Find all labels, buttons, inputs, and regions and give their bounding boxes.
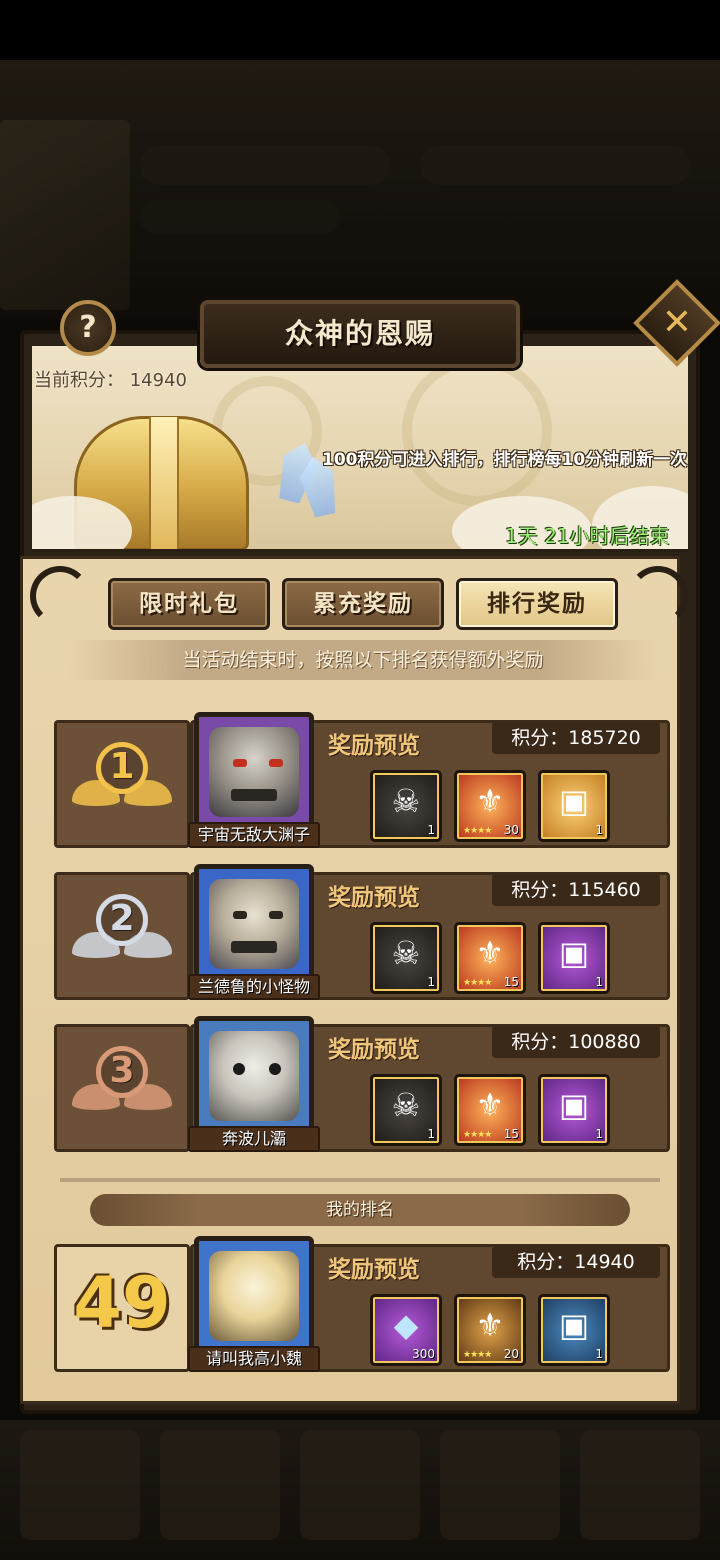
score-badge: 积分：14940: [492, 1246, 660, 1278]
equipment-icon: ⚜: [475, 934, 505, 972]
reward-tip: 当活动结束时，按照以下排名获得额外奖励: [68, 640, 658, 680]
help-button[interactable]: ?: [60, 300, 116, 356]
rank-row-1: 1 宇宙无敌大渊子 奖励预览 积分：185720 ☠ 1 ⚜ ★★★★ 30 ▣ 1: [44, 712, 670, 852]
player-name: 兰德鲁的小怪物: [188, 974, 320, 1000]
reward-preview-label: 奖励预览: [328, 885, 420, 911]
player-name: 请叫我高小魏: [188, 1346, 320, 1372]
reward-item[interactable]: ☠ 1: [370, 1074, 442, 1146]
nav-tab-2[interactable]: [160, 1430, 280, 1540]
rank-row-2: 2 兰德鲁的小怪物 奖励预览 积分：115460 ☠ 1 ⚜ ★★★★ 15 ▣ 1: [44, 864, 670, 1004]
equipment-icon: ⚜: [475, 782, 505, 820]
status-bar: [0, 0, 720, 60]
equipment-icon: ⚜: [475, 1086, 505, 1124]
current-score: 当前积分： 14940: [34, 370, 187, 391]
reward-item[interactable]: ☠ 1: [370, 922, 442, 994]
bronze-medal-icon: 3: [72, 1046, 172, 1122]
nav-tab-4[interactable]: [440, 1430, 560, 1540]
score-badge: 积分：100880: [492, 1026, 660, 1058]
corner-ornament: [30, 566, 90, 626]
tab-recharge-reward[interactable]: 累充奖励: [282, 578, 444, 630]
score-badge: 积分：185720: [492, 722, 660, 754]
avatar[interactable]: [194, 1236, 314, 1360]
bottom-nav: [0, 1420, 720, 1560]
background-hud: [0, 60, 720, 320]
my-rank-number: 49: [73, 1262, 171, 1344]
avatar[interactable]: [194, 864, 314, 988]
my-rank-row: 49 请叫我高小魏 奖励预览 积分：14940 ◆ 300 ⚜ ★★★★ 20 ▣ 1: [44, 1236, 670, 1376]
reward-preview-label: 奖励预览: [328, 1257, 420, 1283]
reward-item[interactable]: ☠ 1: [370, 770, 442, 842]
hero-shard-icon: ☠: [391, 782, 421, 820]
reward-preview-label: 奖励预览: [328, 733, 420, 759]
list-divider: [60, 1178, 660, 1182]
tab-limited-gift[interactable]: 限时礼包: [108, 578, 270, 630]
player-name: 奔波儿灞: [188, 1126, 320, 1152]
reward-item[interactable]: ⚜ ★★★★ 30: [454, 770, 526, 842]
player-name: 宇宙无敌大渊子: [188, 822, 320, 848]
my-rank-header: 我的排名: [90, 1194, 630, 1226]
close-icon: ✕: [661, 302, 693, 343]
player-portrait-bg: [0, 120, 130, 310]
screen: 当前积分： 14940 100积分可进入排行，排行榜每10分钟刷新一次 1天 2…: [0, 0, 720, 1560]
avatar[interactable]: [194, 1016, 314, 1140]
nav-tab-5[interactable]: [580, 1430, 700, 1540]
chest-icon: ▣: [558, 782, 590, 820]
nav-tab-3[interactable]: [300, 1430, 420, 1540]
reward-item[interactable]: ⚜ ★★★★ 20: [454, 1294, 526, 1366]
nav-tab-1[interactable]: [20, 1430, 140, 1540]
reward-item[interactable]: ▣ 1: [538, 1074, 610, 1146]
page-title: 众神的恩赐: [284, 317, 435, 350]
currency-bar-gem: [420, 145, 690, 185]
title-plate: 众神的恩赐: [200, 300, 520, 368]
reward-item[interactable]: ⚜ ★★★★ 15: [454, 922, 526, 994]
currency-bar-gold: [140, 145, 390, 185]
chest-icon: ▣: [558, 1086, 590, 1124]
corner-ornament: [628, 566, 688, 626]
reward-preview-label: 奖励预览: [328, 1037, 420, 1063]
chest-icon: ▣: [558, 934, 590, 972]
reward-item[interactable]: ◆ 300: [370, 1294, 442, 1366]
chest-icon: ▣: [558, 1306, 590, 1344]
event-countdown: 1天 21小时后结束: [505, 524, 670, 548]
reward-item[interactable]: ▣ 1: [538, 1294, 610, 1366]
tab-ranking-reward[interactable]: 排行奖励: [456, 578, 618, 630]
gold-medal-icon: 1: [72, 742, 172, 818]
arch-decoration: [402, 356, 552, 506]
rank-row-3: 3 奔波儿灞 奖励预览 积分：100880 ☠ 1 ⚜ ★★★★ 15 ▣ 1: [44, 1016, 670, 1156]
hero-shard-icon: ☠: [391, 1086, 421, 1124]
reward-item[interactable]: ▣ 1: [538, 770, 610, 842]
diamond-icon: ◆: [393, 1306, 419, 1344]
ranking-notice: 100积分可进入排行，排行榜每10分钟刷新一次: [322, 450, 688, 470]
reward-item[interactable]: ▣ 1: [538, 922, 610, 994]
reward-item[interactable]: ⚜ ★★★★ 15: [454, 1074, 526, 1146]
hero-shard-icon: ☠: [391, 934, 421, 972]
question-icon: ?: [79, 310, 97, 345]
silver-medal-icon: 2: [72, 894, 172, 970]
energy-bar: [140, 200, 340, 234]
score-badge: 积分：115460: [492, 874, 660, 906]
equipment-icon: ⚜: [475, 1306, 505, 1344]
avatar[interactable]: [194, 712, 314, 836]
